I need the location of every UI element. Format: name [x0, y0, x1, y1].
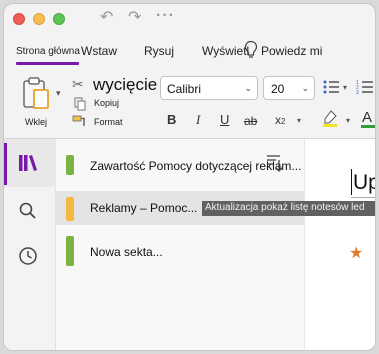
- lightbulb-icon[interactable]: [244, 40, 258, 60]
- sort-icon[interactable]: [266, 153, 284, 173]
- font-name-dropdown[interactable]: Calibri ⌄: [160, 76, 258, 100]
- section-color-tab: [66, 155, 74, 175]
- chevron-down-icon: ⌄: [244, 83, 252, 93]
- subscript-button[interactable]: x2: [275, 113, 285, 127]
- paste-label: Wklej: [25, 117, 47, 127]
- highlight-chevron-icon[interactable]: ▾: [346, 116, 350, 125]
- bullets-icon[interactable]: [322, 78, 340, 96]
- font-color-icon[interactable]: A: [360, 108, 376, 130]
- search-icon[interactable]: [18, 201, 38, 221]
- section-color-tab: [66, 197, 74, 221]
- bullets-chevron-icon[interactable]: ▾: [343, 83, 347, 92]
- font-size-dropdown[interactable]: 20 ⌄: [263, 76, 315, 100]
- format-painter-button[interactable]: Format: [94, 117, 123, 127]
- page-title[interactable]: Up: [353, 171, 375, 195]
- page-canvas[interactable]: Up ★ c S: [304, 139, 376, 350]
- section-color-tab: [66, 236, 74, 266]
- active-tab-indicator: [16, 62, 79, 65]
- app-window: ↶ ↷ ··· Strona główna Wstaw Rysuj Wyświe…: [3, 3, 376, 351]
- text-cursor: [351, 169, 352, 195]
- notebooks-icon: [19, 155, 37, 171]
- paste-options-chevron-icon[interactable]: ▾: [56, 88, 61, 99]
- underline-button[interactable]: U: [220, 112, 229, 127]
- section-item[interactable]: Nowa sekta...: [56, 232, 304, 272]
- highlighter-icon[interactable]: [322, 110, 338, 128]
- italic-button[interactable]: I: [196, 112, 200, 128]
- tab-insert[interactable]: Wstaw: [81, 44, 117, 58]
- close-window-button[interactable]: [13, 13, 25, 25]
- section-label: Nowa sekta...: [90, 245, 163, 259]
- redo-icon[interactable]: ↷: [128, 7, 141, 27]
- tab-draw[interactable]: Rysuj: [144, 44, 174, 58]
- clipboard-icon: [23, 77, 49, 109]
- navigation-rail: [4, 139, 56, 350]
- tab-tell-me[interactable]: Powiedz mi: [261, 44, 322, 58]
- font-name-value: Calibri: [167, 82, 202, 96]
- strikethrough-button[interactable]: ab: [244, 114, 257, 128]
- svg-text:A: A: [362, 109, 372, 126]
- format-painter-icon[interactable]: [72, 115, 88, 127]
- tab-view[interactable]: Wyświetl: [202, 44, 249, 58]
- tab-home[interactable]: Strona główna: [16, 46, 80, 57]
- chevron-down-icon: ⌄: [301, 83, 309, 93]
- svg-text:3: 3: [356, 90, 359, 96]
- scissors-icon[interactable]: ✂: [72, 76, 84, 93]
- notebooks-nav-item[interactable]: [4, 139, 56, 187]
- title-bar: ↶ ↷ ···: [4, 4, 375, 34]
- cut-button[interactable]: wycięcie: [93, 75, 157, 95]
- paste-button[interactable]: Wklej: [16, 72, 56, 130]
- active-nav-indicator: [4, 143, 7, 185]
- ribbon-commands: Wklej ▾ ✂ wycięcie Kopiuj Format Calibri…: [4, 66, 375, 138]
- main-area: Zawartość Pomocy dotyczącej reklam... Re…: [4, 138, 376, 350]
- subscript-chevron-icon[interactable]: ▾: [297, 116, 301, 125]
- content-fragment: S: [375, 297, 376, 318]
- star-icon: ★: [349, 245, 364, 262]
- ribbon-tabs: Strona główna Wstaw Rysuj Wyświetl Powie…: [4, 40, 375, 66]
- more-options-icon[interactable]: ···: [156, 7, 175, 25]
- tooltip: Aktualizacja pokaż listę notesów led: [202, 201, 375, 216]
- font-size-value: 20: [271, 82, 285, 96]
- title-underline: [351, 197, 375, 198]
- zoom-window-button[interactable]: [53, 13, 65, 25]
- copy-button[interactable]: Kopiuj: [94, 98, 119, 108]
- minimize-window-button[interactable]: [33, 13, 45, 25]
- section-label: Reklamy – Pomoc...: [90, 201, 198, 215]
- numbered-list-icon[interactable]: 1 2 3: [356, 78, 374, 96]
- copy-icon[interactable]: [74, 97, 86, 111]
- bold-button[interactable]: B: [167, 112, 176, 127]
- recent-clock-icon[interactable]: [18, 246, 38, 266]
- undo-icon[interactable]: ↶: [100, 7, 113, 27]
